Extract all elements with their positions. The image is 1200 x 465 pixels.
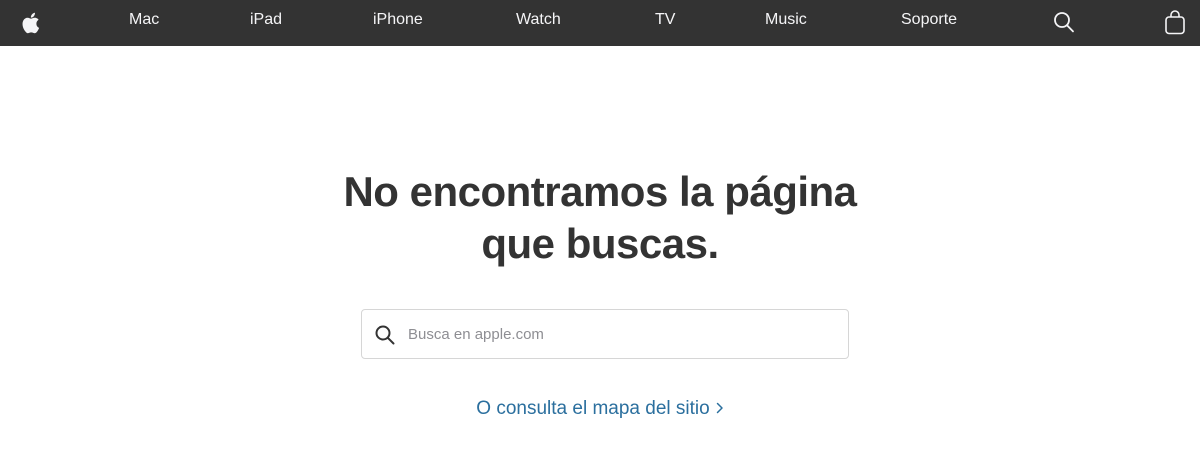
apple-logo-icon[interactable] (18, 0, 42, 46)
search-icon (374, 324, 396, 346)
search-box[interactable] (361, 309, 849, 359)
sitemap-link-label: O consulta el mapa del sitio (476, 398, 710, 420)
search-input[interactable] (408, 320, 838, 348)
nav-item-watch[interactable]: Watch (516, 0, 561, 46)
shopping-bag-icon[interactable] (1163, 0, 1187, 46)
page-title: No encontramos la página que buscas. (0, 166, 1200, 270)
nav-item-soporte[interactable]: Soporte (901, 0, 957, 46)
nav-item-mac[interactable]: Mac (129, 0, 159, 46)
page-title-line-2: que buscas. (481, 220, 719, 267)
search-icon[interactable] (1051, 0, 1077, 46)
sitemap-link[interactable]: O consulta el mapa del sitio (0, 396, 1200, 422)
chevron-right-icon (716, 396, 724, 422)
nav-item-iphone[interactable]: iPhone (373, 0, 423, 46)
nav-item-ipad[interactable]: iPad (250, 0, 282, 46)
nav-item-tv[interactable]: TV (655, 0, 675, 46)
global-nav: Mac iPad iPhone Watch TV Music Soporte (0, 0, 1200, 46)
page-title-line-1: No encontramos la página (343, 168, 857, 215)
nav-item-music[interactable]: Music (765, 0, 807, 46)
